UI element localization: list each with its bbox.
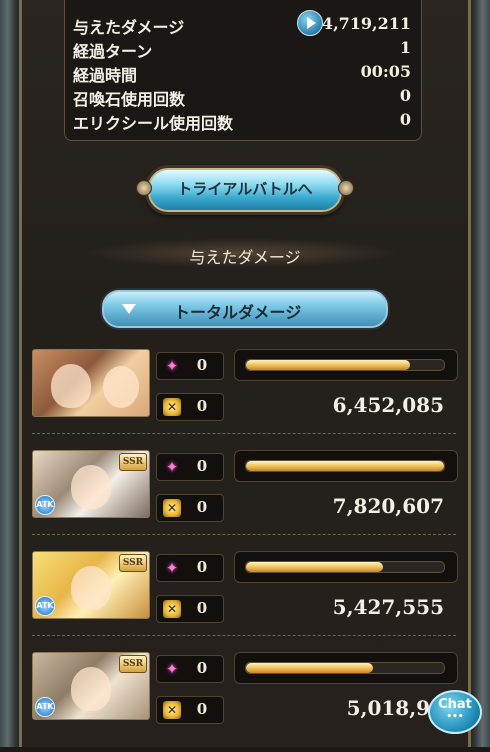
damage-value: 6,452,085 [332, 393, 444, 417]
chat-label: Chat [438, 697, 472, 712]
sparkle-icon: ✦ [165, 660, 179, 678]
summary-label: エリクシール使用回数 [73, 114, 234, 133]
element-icon: ATK [35, 495, 55, 515]
damage-bar-track [245, 561, 445, 573]
summary-row-time: 経過時間 00:05 [73, 62, 411, 86]
divider [32, 635, 456, 636]
summary-label: 与えたダメージ [73, 18, 185, 37]
character-portrait[interactable]: SSR ATK [32, 450, 150, 518]
chat-dots-icon: ••• [446, 712, 464, 722]
damage-bar-fill [246, 461, 444, 471]
summary-row-elixirs: エリクシール使用回数 0 [73, 110, 411, 134]
ability-count: 0 [196, 558, 208, 576]
damage-bar-track [245, 359, 445, 371]
ability-counter: ✦ 0 [156, 655, 224, 683]
character-face [71, 465, 111, 509]
damage-bar-track [245, 662, 445, 674]
burst-count: 0 [196, 498, 208, 516]
summary-row-turns: 経過ターン 1 [73, 38, 411, 62]
element-icon: ATK [35, 697, 55, 717]
damage-value: 5,427,555 [332, 595, 444, 619]
summary-value: 0 [399, 86, 411, 105]
character-face [103, 366, 139, 408]
ability-counter: ✦ 0 [156, 554, 224, 582]
ssr-badge: SSR [119, 554, 147, 572]
burst-counter: ✕ 0 [156, 595, 224, 623]
summary-value: 0 [399, 110, 411, 129]
burst-icon: ✕ [163, 600, 181, 618]
button-ornament-icon [136, 180, 152, 196]
damage-bar-track [245, 460, 445, 472]
burst-counter: ✕ 0 [156, 393, 224, 421]
party-entry: SSR ATK ✦ 0 ✕ 0 5,427,555 [32, 551, 458, 651]
divider [32, 534, 456, 535]
trial-battle-label: トライアルバトルへ [177, 180, 313, 198]
section-heading: 与えたダメージ [189, 248, 301, 267]
ability-counter: ✦ 0 [156, 352, 224, 380]
burst-counter: ✕ 0 [156, 494, 224, 522]
ability-count: 0 [196, 356, 208, 374]
element-icon: ATK [35, 596, 55, 616]
ability-counter: ✦ 0 [156, 453, 224, 481]
damage-bar-fill [246, 663, 373, 673]
burst-icon: ✕ [163, 499, 181, 517]
dropdown-selected-label: トータルダメージ [174, 303, 302, 322]
burst-icon: ✕ [163, 398, 181, 416]
sparkle-icon: ✦ [165, 559, 179, 577]
burst-count: 0 [196, 599, 208, 617]
character-face [71, 667, 111, 711]
sparkle-icon: ✦ [165, 458, 179, 476]
left-frame [0, 0, 22, 747]
battle-summary-box: 与えたダメージ 24,719,211 経過ターン 1 経過時間 00:05 召喚… [64, 0, 422, 141]
ssr-badge: SSR [119, 453, 147, 471]
results-panel: 与えたダメージ 24,719,211 経過ターン 1 経過時間 00:05 召喚… [22, 0, 468, 747]
damage-type-dropdown[interactable]: トータルダメージ [102, 290, 388, 328]
party-entry: ✦ 0 ✕ 0 6,452,085 [32, 349, 458, 449]
button-ornament-icon [338, 180, 354, 196]
summary-value: 1 [399, 38, 411, 57]
divider [32, 433, 456, 434]
summary-label: 召喚石使用回数 [73, 90, 186, 109]
burst-count: 0 [196, 700, 208, 718]
character-face [51, 364, 91, 408]
character-portrait[interactable]: SSR ATK [32, 551, 150, 619]
party-entry: SSR ATK ✦ 0 ✕ 0 7,820,607 [32, 450, 458, 550]
summary-row-damage: 与えたダメージ 24,719,211 [73, 14, 411, 38]
summary-value: 00:05 [360, 62, 411, 81]
damage-bar [234, 450, 458, 482]
character-portrait[interactable]: SSR ATK [32, 652, 150, 720]
burst-icon: ✕ [163, 701, 181, 719]
sparkle-icon: ✦ [165, 357, 179, 375]
damage-bar-fill [246, 562, 383, 572]
chat-button[interactable]: Chat ••• [428, 690, 482, 734]
play-icon[interactable] [297, 10, 323, 36]
character-face [71, 566, 111, 610]
ability-count: 0 [196, 457, 208, 475]
character-portrait[interactable] [32, 349, 150, 417]
chevron-down-icon [122, 304, 136, 314]
damage-bar [234, 551, 458, 583]
party-entry: SSR ATK ✦ 0 ✕ 0 5,018,96 [32, 652, 458, 752]
burst-count: 0 [196, 397, 208, 415]
ability-count: 0 [196, 659, 208, 677]
ssr-badge: SSR [119, 655, 147, 673]
damage-bar [234, 652, 458, 684]
right-frame [468, 0, 490, 747]
summary-value: 24,719,211 [310, 14, 411, 33]
burst-counter: ✕ 0 [156, 696, 224, 724]
damage-bar [234, 349, 458, 381]
summary-label: 経過ターン [73, 42, 153, 61]
summary-label: 経過時間 [73, 66, 138, 85]
trial-battle-button[interactable]: トライアルバトルへ [136, 168, 354, 212]
damage-bar-fill [246, 360, 411, 370]
damage-value: 7,820,607 [332, 494, 444, 518]
summary-row-summons: 召喚石使用回数 0 [73, 86, 411, 110]
